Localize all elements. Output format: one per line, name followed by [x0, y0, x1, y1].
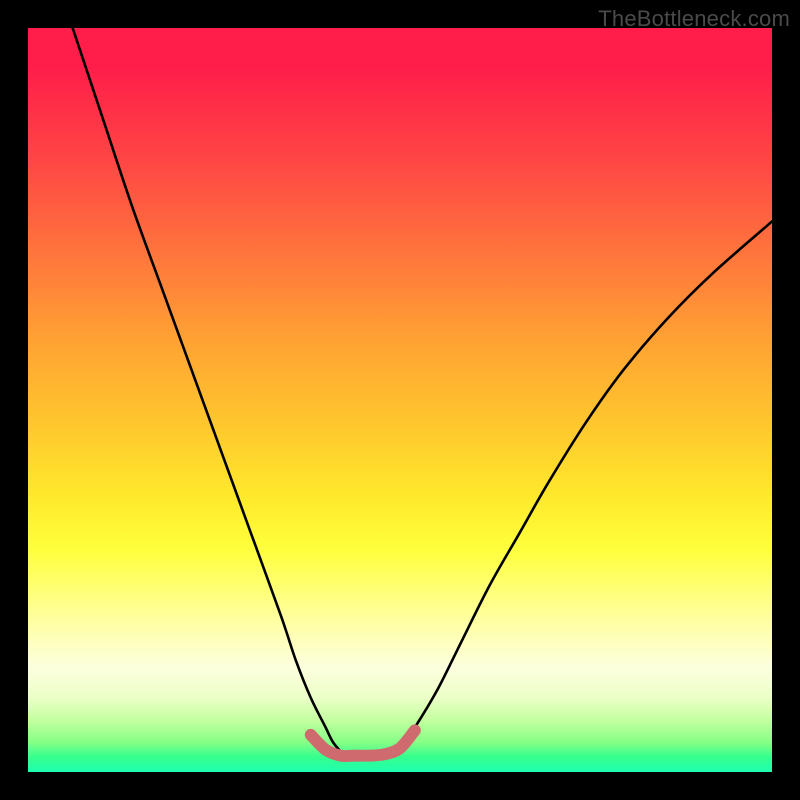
chart-svg [28, 28, 772, 772]
plot-area [28, 28, 772, 772]
watermark-text: TheBottleneck.com [598, 6, 790, 32]
left-curve-path [73, 28, 345, 756]
right-curve-path [400, 221, 772, 748]
bottom-floor-path [311, 730, 415, 756]
outer-frame: TheBottleneck.com [0, 0, 800, 800]
